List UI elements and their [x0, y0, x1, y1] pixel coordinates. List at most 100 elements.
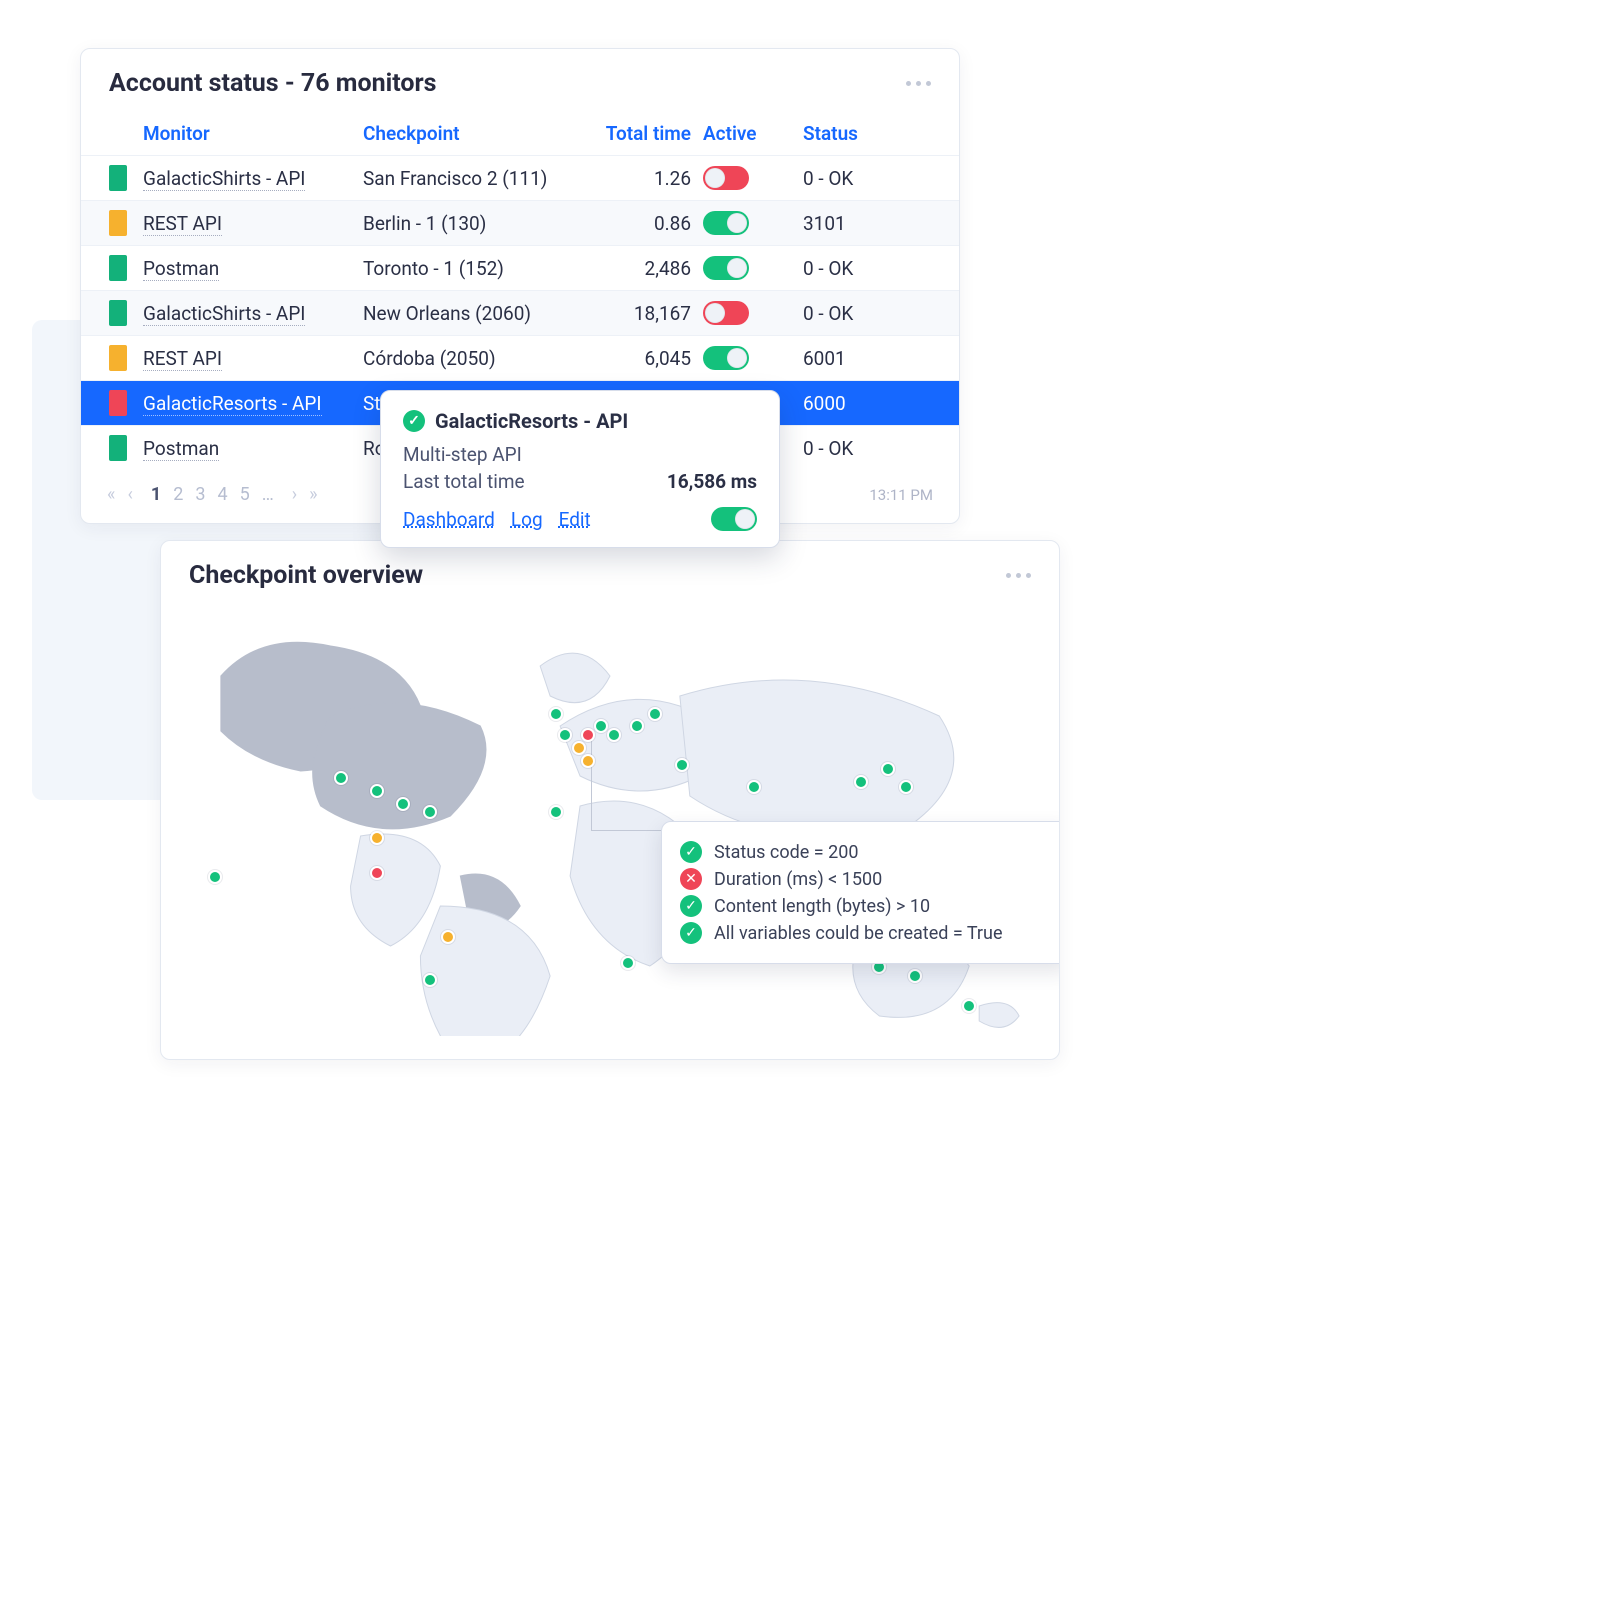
pager-page[interactable]: 4 [217, 484, 227, 505]
pager-page[interactable]: 3 [195, 484, 205, 505]
checkpoint-overview-title: Checkpoint overview [189, 561, 423, 590]
monitor-link[interactable]: REST API [143, 347, 222, 371]
checkpoint-dot[interactable] [648, 707, 662, 721]
checkpoint-dot[interactable] [396, 797, 410, 811]
pager-next-icon[interactable]: › [292, 484, 297, 505]
check-circle-icon: ✓ [680, 895, 702, 917]
monitor-link[interactable]: Postman [143, 257, 219, 281]
world-map[interactable]: ✓Status code = 200 ✕ Duration (ms) < 1500 ✓… [161, 606, 1059, 1036]
popover-title: GalacticResorts - API [435, 409, 628, 433]
pager-page[interactable]: 5 [240, 484, 250, 505]
total-time-cell: 2,486 [583, 257, 693, 280]
monitor-link[interactable]: GalacticShirts - API [143, 302, 305, 326]
col-monitor[interactable]: Monitor [143, 122, 353, 145]
pager-page[interactable]: 1 [151, 484, 161, 505]
callout-text: All variables could be created = True [714, 923, 1003, 944]
status-chip [109, 345, 127, 371]
monitor-link[interactable]: GalacticShirts - API [143, 167, 305, 191]
col-checkpoint[interactable]: Checkpoint [363, 122, 573, 145]
popover-last-total-label: Last total time [403, 470, 525, 493]
pager-prev-icon[interactable]: ‹ [127, 484, 132, 505]
callout-item: ✕ Duration (ms) < 1500 [680, 868, 1052, 890]
pager-first-icon[interactable]: « [107, 484, 115, 505]
total-time-cell: 18,167 [583, 302, 693, 325]
table-row[interactable]: GalacticShirts - APINew Orleans (2060)18… [81, 290, 959, 335]
checkpoint-dot[interactable] [581, 754, 595, 768]
popover-subtitle: Multi-step API [403, 443, 522, 466]
popover-edit-link[interactable]: Edit [559, 508, 591, 531]
callout-item: ✓Content length (bytes) > 10 [680, 895, 1052, 917]
status-chip [109, 300, 127, 326]
active-toggle[interactable] [703, 346, 749, 370]
status-cell: 0 - OK [803, 257, 983, 280]
checkpoint-dot[interactable] [962, 999, 976, 1013]
checkpoint-dot[interactable] [441, 930, 455, 944]
pager-page[interactable]: 2 [173, 484, 183, 505]
checkpoint-dot[interactable] [549, 805, 563, 819]
check-circle-icon: ✓ [680, 841, 702, 863]
checkpoint-overview-card: Checkpoint overview ✓Status code = 200 ✕ D… [160, 540, 1060, 1060]
checkpoint-dot[interactable] [881, 762, 895, 776]
monitor-popover: ✓ GalacticResorts - API Multi-step API L… [380, 390, 780, 548]
checkpoint-dot[interactable] [370, 784, 384, 798]
popover-active-toggle[interactable] [711, 507, 757, 531]
checkpoint-cell: Córdoba (2050) [363, 347, 573, 370]
monitor-link[interactable]: GalacticResorts - API [143, 392, 322, 416]
col-status[interactable]: Status [803, 122, 983, 145]
card-menu-icon[interactable] [1006, 573, 1031, 578]
col-total-time[interactable]: Total time [583, 122, 693, 145]
checkpoint-cell: Toronto - 1 (152) [363, 257, 573, 280]
checkpoint-dot[interactable] [208, 870, 222, 884]
status-cell: 0 - OK [803, 167, 983, 190]
table-row[interactable]: PostmanToronto - 1 (152)2,4860 - OK [81, 245, 959, 290]
checkpoint-dot[interactable] [558, 728, 572, 742]
checkpoint-dot[interactable] [549, 707, 563, 721]
table-row[interactable]: GalacticShirts - APISan Francisco 2 (111… [81, 155, 959, 200]
table-row[interactable]: REST APIBerlin - 1 (130)0.863101 [81, 200, 959, 245]
pager-time: 13:11 PM [869, 486, 933, 504]
active-toggle[interactable] [703, 256, 749, 280]
total-time-cell: 1.26 [583, 167, 693, 190]
status-chip [109, 165, 127, 191]
status-cell: 0 - OK [803, 437, 983, 460]
popover-last-total-value: 16,586 ms [667, 470, 757, 493]
active-toggle[interactable] [703, 211, 749, 235]
checkpoint-dot[interactable] [423, 805, 437, 819]
card-menu-icon[interactable] [906, 81, 931, 86]
checkpoint-dot[interactable] [621, 956, 635, 970]
monitor-link[interactable]: REST API [143, 212, 222, 236]
checkpoint-dot[interactable] [370, 831, 384, 845]
checkpoint-dot[interactable] [370, 866, 384, 880]
checkpoint-dot[interactable] [675, 758, 689, 772]
checkpoint-dot[interactable] [854, 775, 868, 789]
pager-page[interactable]: … [262, 484, 274, 505]
checkpoint-dot[interactable] [334, 771, 348, 785]
status-chip [109, 390, 127, 416]
checkpoint-dot[interactable] [594, 719, 608, 733]
checkpoint-dot[interactable] [630, 719, 644, 733]
popover-dashboard-link[interactable]: Dashboard [403, 508, 495, 531]
status-cell: 3101 [803, 212, 983, 235]
status-chip [109, 255, 127, 281]
callout-text: Duration (ms) < 1500 [714, 869, 882, 890]
table-header: Monitor Checkpoint Total time Active Sta… [81, 114, 959, 155]
x-circle-icon: ✕ [680, 868, 702, 890]
pager-last-icon[interactable]: » [309, 484, 317, 505]
status-chip [109, 435, 127, 461]
checkpoint-dot[interactable] [607, 728, 621, 742]
popover-log-link[interactable]: Log [511, 508, 543, 531]
active-toggle[interactable] [703, 166, 749, 190]
checkpoint-dot[interactable] [747, 780, 761, 794]
checkpoint-cell: Berlin - 1 (130) [363, 212, 573, 235]
active-toggle[interactable] [703, 301, 749, 325]
total-time-cell: 0.86 [583, 212, 693, 235]
col-active[interactable]: Active [703, 122, 793, 145]
checkpoint-dot[interactable] [581, 728, 595, 742]
monitor-link[interactable]: Postman [143, 437, 219, 461]
checkpoint-dot[interactable] [572, 741, 586, 755]
table-row[interactable]: REST APICórdoba (2050)6,0456001 [81, 335, 959, 380]
callout-item: ✓Status code = 200 [680, 841, 1052, 863]
checkpoint-dot[interactable] [908, 969, 922, 983]
checkpoint-dot[interactable] [899, 780, 913, 794]
checkpoint-dot[interactable] [423, 973, 437, 987]
